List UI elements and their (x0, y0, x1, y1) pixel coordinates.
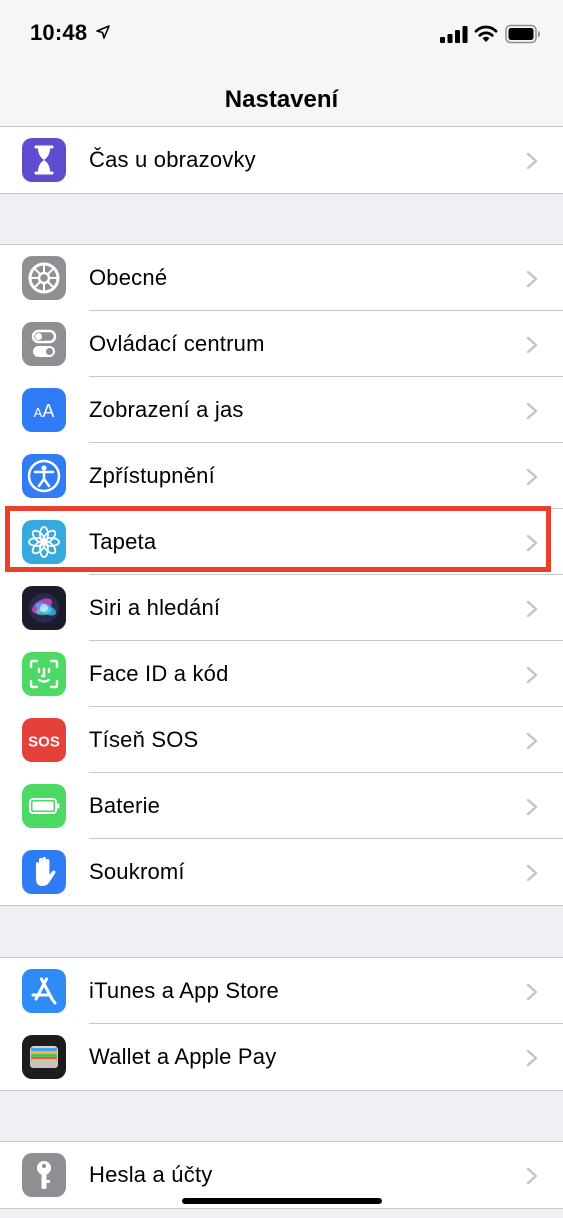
row-label: Hesla a účty (89, 1162, 213, 1187)
status-time: 10:48 (30, 20, 88, 45)
app-store-icon (22, 969, 66, 1013)
accessibility-icon (22, 454, 66, 498)
row-label: Baterie (89, 793, 161, 818)
siri-icon (22, 586, 66, 630)
chevron-right-icon (526, 152, 538, 170)
row-label: Face ID a kód (89, 661, 229, 686)
hand-icon (22, 850, 66, 894)
status-bar: 10:48 (0, 0, 563, 68)
row-label: Soukromí (89, 859, 185, 884)
row-label: Tíseň SOS (89, 727, 199, 752)
gear-icon (22, 256, 66, 300)
chevron-right-icon (526, 1167, 538, 1185)
navigation-bar: Nastavení (0, 68, 563, 133)
settings-row-screen-time[interactable]: Čas u obrazovky (0, 127, 563, 193)
chevron-right-icon (526, 600, 538, 618)
chevron-right-icon (526, 798, 538, 816)
settings-row-accessibility[interactable]: Zpřístupnění (0, 443, 563, 509)
settings-row-general[interactable]: Obecné (0, 245, 563, 311)
row-label: Zobrazení a jas (89, 397, 244, 422)
row-label: Zpřístupnění (89, 463, 215, 488)
row-label: Siri a hledání (89, 595, 221, 620)
row-label: Obecné (89, 265, 168, 290)
sos-icon-text: SOS (28, 734, 60, 751)
settings-row-face-id[interactable]: Face ID a kód (0, 641, 563, 707)
sos-icon: SOS (22, 718, 66, 762)
battery-status-icon (505, 24, 540, 44)
chevron-right-icon (526, 864, 538, 882)
face-id-icon (22, 652, 66, 696)
cellular-signal-icon (440, 26, 468, 43)
chevron-right-icon (526, 336, 538, 354)
row-label: Ovládací centrum (89, 331, 265, 356)
chevron-right-icon (526, 732, 538, 750)
location-arrow-icon (96, 25, 110, 39)
chevron-right-icon (526, 1049, 538, 1067)
wifi-icon (474, 25, 498, 42)
settings-row-emergency-sos[interactable]: SOS Tíseň SOS (0, 707, 563, 773)
settings-row-display-brightness[interactable]: AA Zobrazení a jas (0, 377, 563, 443)
settings-row-battery[interactable]: Baterie (0, 773, 563, 839)
settings-row-siri-search[interactable]: Siri a hledání (0, 575, 563, 641)
row-label: iTunes a App Store (89, 978, 279, 1003)
row-label: Tapeta (89, 529, 157, 554)
chevron-right-icon (526, 534, 538, 552)
settings-row-control-center[interactable]: Ovládací centrum (0, 311, 563, 377)
chevron-right-icon (526, 402, 538, 420)
battery-icon (22, 784, 66, 828)
chevron-right-icon (526, 983, 538, 1001)
settings-row-privacy[interactable]: Soukromí (0, 839, 563, 905)
page-title: Nastavení (224, 86, 339, 113)
chevron-right-icon (526, 468, 538, 486)
key-icon (22, 1153, 66, 1197)
home-indicator[interactable] (182, 1198, 382, 1204)
settings-row-itunes-app-store[interactable]: iTunes a App Store (0, 958, 563, 1024)
wallet-icon (22, 1035, 66, 1079)
settings-group-screen-time: Čas u obrazovky (0, 126, 563, 194)
hourglass-icon (22, 138, 66, 182)
settings-row-wallpaper[interactable]: Tapeta (0, 509, 563, 575)
row-label: Čas u obrazovky (89, 147, 256, 172)
settings-group-general: Obecné Ovládací centrum AA Zobrazení a j… (0, 244, 563, 906)
chevron-right-icon (526, 270, 538, 288)
text-size-icon: AA (22, 388, 66, 432)
row-label: Wallet a Apple Pay (89, 1044, 277, 1069)
toggles-icon (22, 322, 66, 366)
flower-icon (22, 520, 66, 564)
chevron-right-icon (526, 666, 538, 684)
settings-row-wallet-apple-pay[interactable]: Wallet a Apple Pay (0, 1024, 563, 1090)
settings-group-stores: iTunes a App Store Wallet a Apple Pay (0, 957, 563, 1091)
